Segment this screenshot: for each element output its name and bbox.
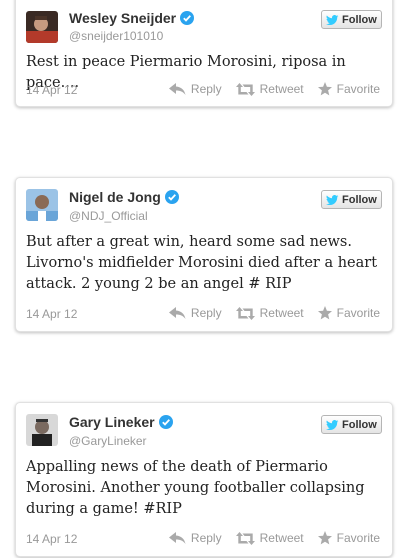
- user-handle[interactable]: @GaryLineker: [69, 434, 147, 448]
- reply-icon: [168, 307, 186, 319]
- user-name[interactable]: Gary Lineker: [69, 414, 173, 430]
- reply-icon: [168, 532, 186, 544]
- avatar[interactable]: [26, 414, 58, 446]
- reply-button[interactable]: Reply: [168, 82, 222, 96]
- retweet-button[interactable]: Retweet: [235, 82, 304, 96]
- follow-label: Follow: [342, 193, 377, 206]
- retweet-label: Retweet: [259, 306, 304, 320]
- user-name[interactable]: Nigel de Jong: [69, 189, 179, 205]
- user-name-text[interactable]: Wesley Sneijder: [69, 10, 176, 26]
- favorite-star-icon: [317, 531, 332, 545]
- favorite-label: Favorite: [336, 306, 380, 320]
- favorite-label: Favorite: [336, 531, 380, 545]
- retweet-icon: [235, 306, 255, 320]
- reply-label: Reply: [190, 82, 222, 96]
- tweet-actions: Reply Retweet Favorite: [155, 531, 380, 545]
- tweet-text: But after a great win, heard some sad ne…: [26, 234, 378, 292]
- verified-icon: [180, 11, 195, 25]
- favorite-star-icon: [317, 82, 332, 96]
- tweet-card-2: Nigel de Jong @NDJ_Official Follow But a…: [15, 177, 393, 332]
- follow-button[interactable]: Follow: [321, 10, 382, 29]
- tweet-actions: Reply Retweet Favorite: [155, 82, 380, 96]
- favorite-button[interactable]: Favorite: [317, 531, 380, 545]
- tweet-date[interactable]: 14 Apr 12: [26, 83, 77, 97]
- tweet-card-3: Gary Lineker @GaryLineker Follow Appalli…: [15, 402, 393, 557]
- verified-icon: [158, 415, 173, 429]
- reply-label: Reply: [190, 531, 222, 545]
- tweet-card-1: Wesley Sneijder @sneijder101010 Follow R…: [15, 0, 393, 107]
- reply-icon: [168, 83, 186, 95]
- user-name-text[interactable]: Nigel de Jong: [69, 189, 161, 205]
- twitter-bird-icon: [326, 14, 339, 25]
- twitter-bird-icon: [326, 419, 339, 430]
- follow-button[interactable]: Follow: [321, 190, 382, 209]
- favorite-button[interactable]: Favorite: [317, 82, 380, 96]
- user-handle[interactable]: @NDJ_Official: [69, 209, 148, 223]
- reply-button[interactable]: Reply: [168, 306, 222, 320]
- follow-label: Follow: [342, 13, 377, 26]
- tweet-date[interactable]: 14 Apr 12: [26, 532, 77, 546]
- avatar[interactable]: [26, 11, 58, 43]
- user-handle[interactable]: @sneijder101010: [69, 29, 163, 43]
- reply-button[interactable]: Reply: [168, 531, 222, 545]
- favorite-label: Favorite: [336, 82, 380, 96]
- retweet-button[interactable]: Retweet: [235, 306, 304, 320]
- user-name[interactable]: Wesley Sneijder: [69, 10, 195, 26]
- favorite-button[interactable]: Favorite: [317, 306, 380, 320]
- follow-button[interactable]: Follow: [321, 415, 382, 434]
- tweet-text: Appalling news of the death of Piermario…: [26, 459, 365, 517]
- favorite-star-icon: [317, 306, 332, 320]
- verified-icon: [164, 190, 179, 204]
- follow-label: Follow: [342, 418, 377, 431]
- retweet-label: Retweet: [259, 82, 304, 96]
- user-name-text[interactable]: Gary Lineker: [69, 414, 155, 430]
- retweet-icon: [235, 82, 255, 96]
- avatar[interactable]: [26, 189, 58, 221]
- twitter-bird-icon: [326, 194, 339, 205]
- retweet-icon: [235, 531, 255, 545]
- tweet-actions: Reply Retweet Favorite: [155, 306, 380, 320]
- tweet-date[interactable]: 14 Apr 12: [26, 307, 77, 321]
- retweet-label: Retweet: [259, 531, 304, 545]
- reply-label: Reply: [190, 306, 222, 320]
- retweet-button[interactable]: Retweet: [235, 531, 304, 545]
